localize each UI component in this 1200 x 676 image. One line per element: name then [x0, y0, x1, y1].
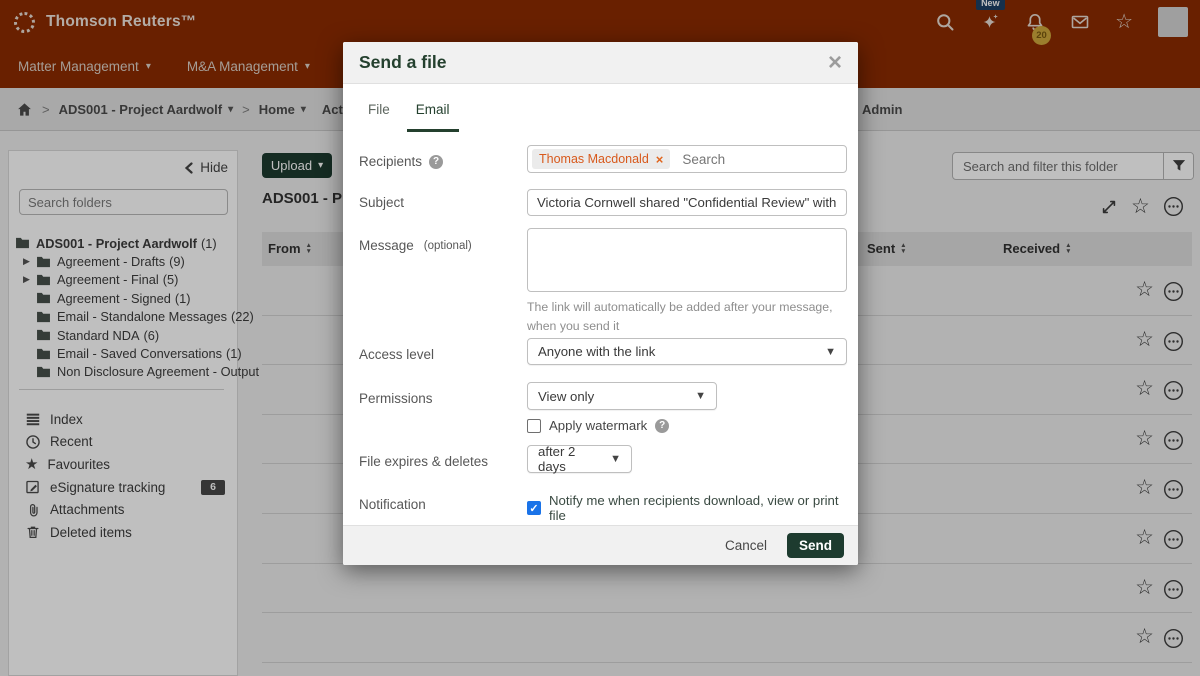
- apply-watermark-label: Apply watermark: [549, 418, 647, 433]
- access-level-label: Access level: [359, 347, 434, 362]
- modal-tabs: File Email: [359, 102, 459, 132]
- expiry-label: File expires & deletes: [359, 454, 488, 469]
- tab-email[interactable]: Email: [407, 102, 459, 132]
- message-textarea[interactable]: [527, 228, 847, 292]
- tab-file[interactable]: File: [359, 102, 399, 132]
- permissions-select[interactable]: View only▼: [527, 382, 717, 410]
- help-icon[interactable]: ?: [655, 419, 669, 433]
- subject-label: Subject: [359, 195, 404, 210]
- apply-watermark-row: Apply watermark ?: [527, 418, 669, 433]
- close-icon[interactable]: ×: [828, 53, 842, 73]
- recipients-label: Recipients ?: [359, 154, 443, 169]
- notify-checkbox[interactable]: ✓: [527, 501, 541, 515]
- send-button[interactable]: Send: [787, 533, 844, 558]
- chevron-down-icon: ▼: [610, 453, 621, 465]
- chevron-down-icon: ▼: [695, 390, 706, 402]
- notification-row: ✓ Notify me when recipients download, vi…: [527, 493, 858, 523]
- expiry-select[interactable]: after 2 days▼: [527, 445, 632, 473]
- modal-header: Send a file ×: [343, 42, 858, 84]
- message-helper-text: The link will automatically be added aft…: [527, 298, 847, 336]
- cancel-button[interactable]: Cancel: [725, 538, 767, 553]
- recipients-placeholder: Search: [682, 152, 725, 167]
- message-label: Message(optional): [359, 238, 472, 253]
- notify-label: Notify me when recipients download, view…: [549, 493, 858, 523]
- modal-title: Send a file: [359, 52, 828, 73]
- help-icon[interactable]: ?: [429, 155, 443, 169]
- subject-input[interactable]: [527, 189, 847, 216]
- chevron-down-icon: ▼: [825, 346, 836, 358]
- notification-label: Notification: [359, 497, 426, 512]
- permissions-label: Permissions: [359, 391, 433, 406]
- modal-footer: Cancel Send: [343, 525, 858, 565]
- recipients-input[interactable]: Thomas Macdonald × Search: [527, 145, 847, 173]
- remove-recipient-icon[interactable]: ×: [656, 152, 664, 167]
- send-file-modal: Send a file × File Email Recipients ? Th…: [343, 42, 858, 565]
- recipient-chip: Thomas Macdonald ×: [532, 149, 670, 169]
- apply-watermark-checkbox[interactable]: [527, 419, 541, 433]
- access-level-select[interactable]: Anyone with the link▼: [527, 338, 847, 365]
